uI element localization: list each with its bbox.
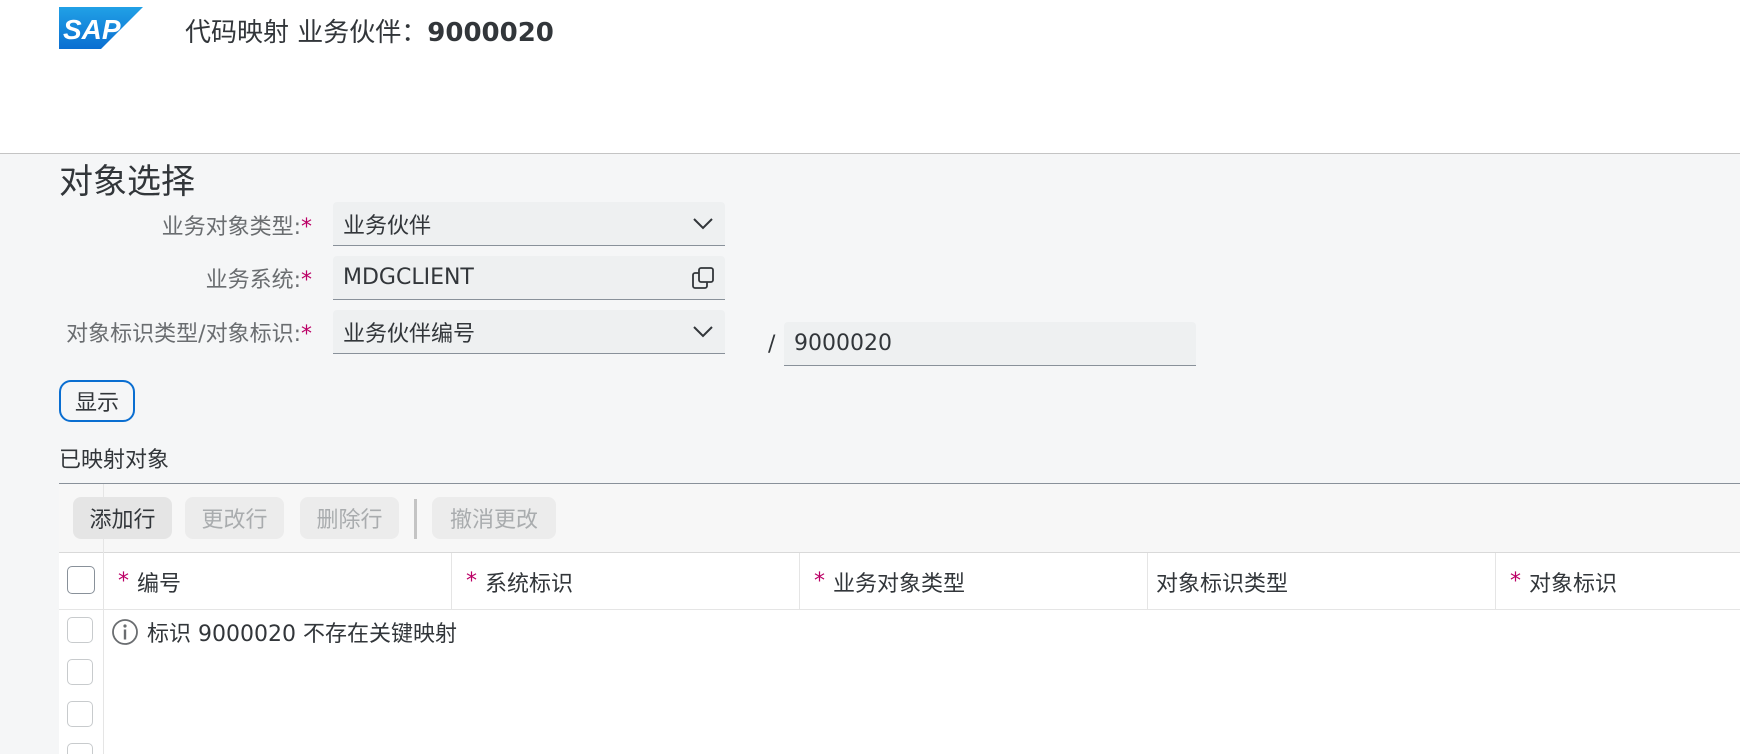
column-header-object-id-type[interactable]: 对象标识类型 [1148, 553, 1496, 610]
delete-row-button[interactable]: 删除行 [300, 497, 399, 539]
no-mapping-message: 标识 9000020 不存在关键映射 [111, 616, 457, 648]
mapped-objects-title: 已映射对象 [59, 448, 170, 473]
required-marker: * [301, 215, 312, 240]
row-select-checkbox[interactable] [67, 659, 93, 685]
sap-logo: SAP [59, 7, 143, 49]
business-object-type-label: 业务对象类型:* [150, 209, 312, 241]
required-marker: * [814, 569, 825, 594]
required-marker: * [466, 569, 477, 594]
row-select-checkbox[interactable] [67, 701, 93, 727]
chevron-down-icon[interactable] [681, 311, 725, 353]
business-system-label: 业务系统:* [150, 262, 312, 294]
row-select-checkbox[interactable] [67, 743, 93, 754]
business-object-type-label-text: 业务对象类型: [161, 215, 301, 240]
svg-text:SAP: SAP [63, 14, 121, 45]
object-id-value: 9000020 [794, 331, 892, 356]
change-row-button[interactable]: 更改行 [185, 497, 284, 539]
toolbar-separator [414, 499, 417, 539]
show-button[interactable]: 显示 [59, 380, 135, 422]
column-header-label: 编号 [137, 571, 182, 597]
shell-header: SAP 代码映射 业务伙伴：9000020 [0, 0, 1740, 154]
column-header-number[interactable]: * 编号 [104, 553, 452, 610]
column-header-label: 对象标识类型 [1156, 571, 1289, 597]
page-title-id: 9000020 [427, 18, 554, 48]
mapped-objects-table: 添加行 更改行 删除行 撤消更改 * 编号 * 系统标识 * 业务对象类型 对象标识类… [59, 483, 1740, 754]
chevron-down-icon[interactable] [681, 203, 725, 245]
page-title-prefix: 代码映射 业务伙伴： [185, 18, 428, 48]
object-id-type-select[interactable]: 业务伙伴编号 [333, 310, 725, 354]
column-header-label: 对象标识 [1529, 571, 1618, 597]
row-select-checkbox[interactable] [67, 617, 93, 643]
required-marker: * [1510, 569, 1521, 594]
column-header-label: 系统标识 [485, 571, 574, 597]
object-id-label-text: 对象标识类型/对象标识: [66, 322, 301, 347]
required-marker: * [301, 268, 312, 293]
object-id-label: 对象标识类型/对象标识:* [59, 316, 312, 348]
business-system-label-text: 业务系统: [205, 268, 301, 293]
undo-changes-button[interactable]: 撤消更改 [432, 497, 556, 539]
column-header-label: 业务对象类型 [833, 571, 966, 597]
table-header: * 编号 * 系统标识 * 业务对象类型 对象标识类型 * 对象标识 [59, 553, 1740, 610]
section-title-object-selection: 对象选择 [59, 162, 195, 202]
no-mapping-message-text: 标识 9000020 不存在关键映射 [147, 622, 457, 647]
info-icon [112, 619, 138, 645]
column-header-object-id[interactable]: * 对象标识 [1496, 553, 1740, 610]
object-id-separator: / [768, 332, 776, 357]
required-marker: * [301, 322, 312, 347]
object-id-type-value: 业务伙伴编号 [343, 321, 476, 347]
select-all-checkbox[interactable] [67, 566, 95, 594]
value-help-icon[interactable] [681, 257, 725, 299]
object-id-input[interactable]: 9000020 [784, 322, 1196, 366]
business-object-type-select[interactable]: 业务伙伴 [333, 202, 725, 246]
column-header-system-id[interactable]: * 系统标识 [452, 553, 800, 610]
column-header-business-object-type[interactable]: * 业务对象类型 [800, 553, 1148, 610]
table-toolbar: 添加行 更改行 删除行 撤消更改 [59, 484, 1740, 553]
required-marker: * [118, 569, 129, 594]
page-title: 代码映射 业务伙伴：9000020 [185, 12, 554, 49]
business-system-input[interactable]: MDGCLIENT [333, 256, 725, 300]
business-system-value: MDGCLIENT [343, 265, 474, 290]
business-object-type-value: 业务伙伴 [343, 213, 432, 239]
